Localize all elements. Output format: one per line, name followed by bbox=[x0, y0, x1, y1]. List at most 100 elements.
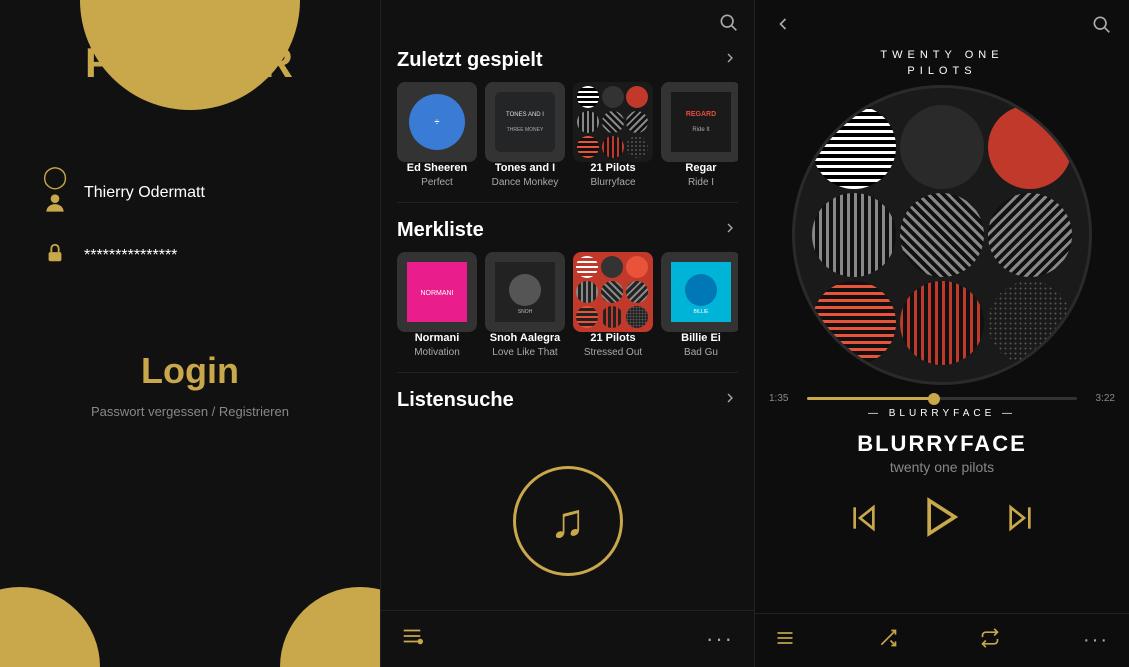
playback-controls bbox=[848, 495, 1036, 546]
player-panel: TWENTY ONE PILOTS 1:35 3:22 — BLURRYFACE… bbox=[755, 0, 1129, 667]
time-total: 3:22 bbox=[1087, 393, 1115, 404]
band-line1: TWENTY ONE bbox=[880, 49, 1003, 61]
band-name-area: TWENTY ONE PILOTS bbox=[880, 45, 1003, 77]
prev-button[interactable] bbox=[848, 502, 880, 540]
album-name: 21 Pilots bbox=[573, 162, 653, 174]
album-cover-blurryface bbox=[573, 82, 653, 162]
list-item[interactable]: BILLIE Billie Ei Bad Gu bbox=[661, 252, 738, 358]
disc-cell-9 bbox=[988, 281, 1072, 365]
album-cover-snoh: SNOH bbox=[485, 252, 565, 332]
username-row: ◯ Thierry Odermatt bbox=[40, 164, 340, 222]
login-panel: exclusiv version FREEZER ◯ Thierry Oderm… bbox=[0, 0, 380, 667]
blob-bottom-right bbox=[280, 587, 380, 667]
watchlist-title: Merkliste bbox=[397, 219, 484, 242]
play-button[interactable] bbox=[920, 495, 964, 546]
progress-row: 1:35 3:22 bbox=[755, 393, 1129, 404]
time-current: 1:35 bbox=[769, 393, 797, 404]
album-disc bbox=[792, 85, 1092, 385]
back-icon[interactable] bbox=[773, 14, 793, 39]
listensuche-arrow[interactable] bbox=[722, 390, 738, 411]
progress-bar[interactable] bbox=[807, 397, 1077, 400]
password-row: *************** bbox=[40, 242, 340, 270]
watchlist-arrow[interactable] bbox=[722, 220, 738, 241]
album-artist: Motivation bbox=[397, 347, 477, 358]
player-top-bar bbox=[755, 0, 1129, 43]
album-name: Normani bbox=[397, 332, 477, 344]
divider2 bbox=[397, 372, 738, 373]
login-button-label[interactable]: Login bbox=[141, 350, 239, 392]
list-item[interactable]: 21 Pilots Blurryface bbox=[573, 82, 653, 188]
album-artist: Love Like That bbox=[485, 347, 565, 358]
forgot-link[interactable]: Passwort vergessen / Registrieren bbox=[91, 404, 289, 419]
album-name: Snoh Aalegra bbox=[485, 332, 565, 344]
album-artist: Dance Monkey bbox=[485, 177, 565, 188]
blob-bottom-left bbox=[0, 587, 100, 667]
app-title: FREEZER bbox=[85, 42, 295, 84]
next-button[interactable] bbox=[1004, 502, 1036, 540]
player-list-icon[interactable] bbox=[775, 628, 795, 653]
music-note-area: ♫ bbox=[381, 422, 754, 610]
progress-knob[interactable] bbox=[928, 393, 940, 405]
search-icon[interactable] bbox=[718, 12, 738, 37]
recently-played-arrow[interactable] bbox=[722, 50, 738, 71]
watchlist-row: NORMANI Normani Motivation SNOH Snoh Aal… bbox=[397, 252, 738, 358]
disc-cell-1 bbox=[812, 105, 896, 189]
svg-text:Ride It: Ride It bbox=[692, 127, 710, 133]
list-top-bar bbox=[381, 0, 754, 41]
more-options-icon[interactable]: ··· bbox=[706, 626, 734, 652]
player-search-icon[interactable] bbox=[1091, 14, 1111, 39]
svg-text:THREE MONEY: THREE MONEY bbox=[507, 127, 544, 133]
list-item[interactable]: REGARDRide It Regar Ride I bbox=[661, 82, 738, 188]
album-artist: Bad Gu bbox=[661, 347, 738, 358]
album-cover-billie: BILLIE bbox=[661, 252, 738, 332]
recently-played-row: ÷ Ed Sheeren Perfect TONES AND I THREE MO… bbox=[397, 82, 738, 188]
progress-fill bbox=[807, 397, 934, 400]
list-bottom-bar: ··· bbox=[381, 610, 754, 667]
disc-cell-3 bbox=[988, 105, 1072, 189]
svg-text:NORMANI: NORMANI bbox=[420, 290, 453, 297]
listensuche-header[interactable]: Listensuche bbox=[397, 389, 738, 412]
disc-cell-6 bbox=[988, 193, 1072, 277]
watchlist-section: Merkliste NORMANI Normani Motivation SNO… bbox=[381, 211, 754, 364]
repeat-icon[interactable] bbox=[980, 628, 1000, 653]
album-cover-stressed bbox=[573, 252, 653, 332]
recently-played-header: Zuletzt gespielt bbox=[397, 49, 738, 72]
album-artist: Stressed Out bbox=[573, 347, 653, 358]
album-artist: Ride I bbox=[661, 177, 738, 188]
music-note-icon: ♫ bbox=[550, 494, 586, 549]
album-name: Ed Sheeren bbox=[397, 162, 477, 174]
password-value: *************** bbox=[84, 247, 177, 265]
album-cover-regard: REGARDRide It bbox=[661, 82, 738, 162]
shuffle-icon[interactable] bbox=[878, 628, 898, 653]
login-form: ◯ Thierry Odermatt *************** bbox=[0, 164, 380, 290]
svg-text:BILLIE: BILLIE bbox=[693, 309, 709, 315]
list-icon[interactable] bbox=[401, 625, 423, 653]
list-item[interactable]: NORMANI Normani Motivation bbox=[397, 252, 477, 358]
divider bbox=[397, 202, 738, 203]
album-name: 21 Pilots bbox=[573, 332, 653, 344]
band-line2: PILOTS bbox=[880, 65, 1003, 77]
list-panel: Zuletzt gespielt ÷ Ed Sheeren Perfect TO… bbox=[380, 0, 755, 667]
svg-text:TONES AND I: TONES AND I bbox=[506, 112, 544, 118]
listensuche-section: Listensuche bbox=[381, 381, 754, 422]
album-label-bar: — BLURRYFACE — bbox=[868, 408, 1016, 419]
album-cover-normani: NORMANI bbox=[397, 252, 477, 332]
music-note-circle: ♫ bbox=[513, 466, 623, 576]
svg-text:SNOH: SNOH bbox=[518, 309, 533, 315]
recently-played-section: Zuletzt gespielt ÷ Ed Sheeren Perfect TO… bbox=[381, 41, 754, 194]
list-item[interactable]: ÷ Ed Sheeren Perfect bbox=[397, 82, 477, 188]
list-item[interactable]: 21 Pilots Stressed Out bbox=[573, 252, 653, 358]
disc-grid bbox=[812, 105, 1072, 365]
disc-cell-5 bbox=[900, 193, 984, 277]
list-item[interactable]: SNOH Snoh Aalegra Love Like That bbox=[485, 252, 565, 358]
album-artist: Blurryface bbox=[573, 177, 653, 188]
player-more-icon[interactable]: ··· bbox=[1083, 629, 1109, 652]
lock-icon bbox=[40, 242, 70, 270]
list-item[interactable]: TONES AND I THREE MONEY Tones and I Dance… bbox=[485, 82, 565, 188]
album-name: Tones and I bbox=[485, 162, 565, 174]
login-button-container[interactable]: Login bbox=[141, 350, 239, 392]
album-artist: Perfect bbox=[397, 177, 477, 188]
username-value: Thierry Odermatt bbox=[84, 184, 205, 202]
recently-played-title: Zuletzt gespielt bbox=[397, 49, 543, 72]
album-cover-ed: ÷ bbox=[397, 82, 477, 162]
